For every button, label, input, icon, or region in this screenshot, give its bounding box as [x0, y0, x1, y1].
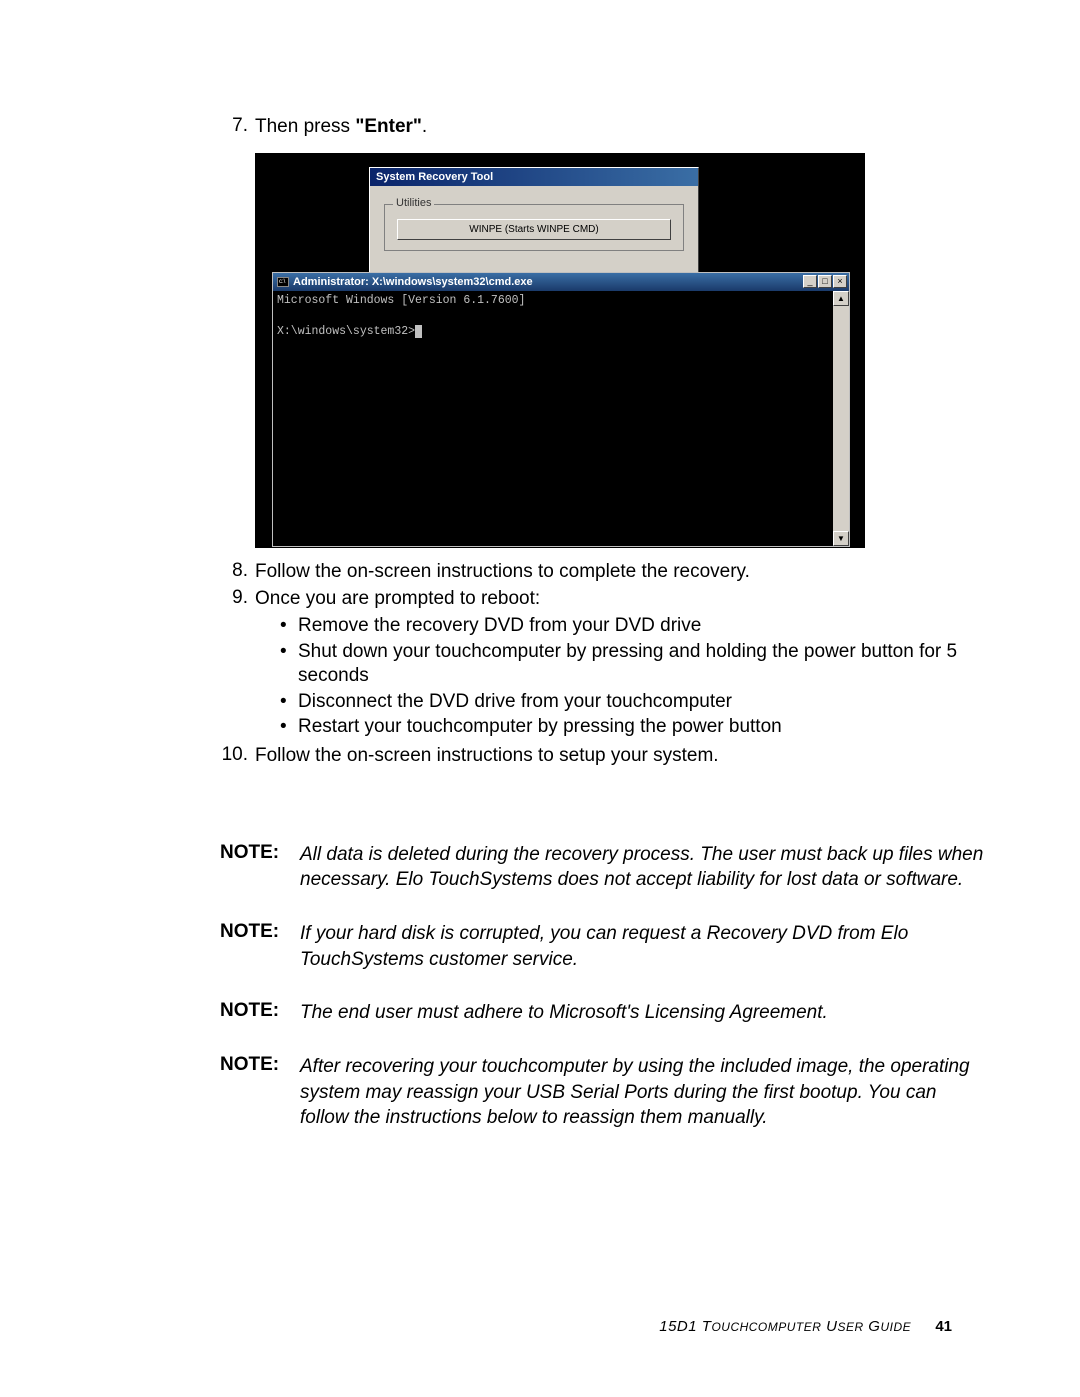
bullet-list: •Remove the recovery DVD from your DVD d…: [255, 614, 985, 739]
cmd-icon: c:\: [277, 277, 289, 287]
note-label: NOTE:: [220, 921, 300, 972]
note-label: NOTE:: [220, 1000, 300, 1026]
minimize-button[interactable]: _: [803, 275, 817, 288]
step-number: 7.: [220, 115, 255, 139]
screenshot-container: System Recovery Tool Utilities WINPE (St…: [255, 153, 865, 548]
note-body: If your hard disk is corrupted, you can …: [300, 921, 985, 972]
step-number: 9.: [220, 587, 255, 742]
instruction-list: 7. Then press "Enter".: [220, 115, 985, 139]
maximize-button[interactable]: □: [818, 275, 832, 288]
system-recovery-window: System Recovery Tool Utilities WINPE (St…: [369, 167, 699, 276]
step-text: Then press "Enter".: [255, 115, 985, 139]
close-button[interactable]: ×: [833, 275, 847, 288]
step-text: Follow the on-screen instructions to com…: [255, 560, 985, 584]
utilities-fieldset: Utilities WINPE (Starts WINPE CMD): [384, 204, 684, 251]
step-10: 10. Follow the on-screen instructions to…: [220, 744, 985, 768]
page-footer: 15D1 TOUCHCOMPUTER USER GUIDE 41: [659, 1318, 952, 1335]
note: NOTE: The end user must adhere to Micros…: [220, 1000, 985, 1026]
step-7: 7. Then press "Enter".: [220, 115, 985, 139]
winpe-button[interactable]: WINPE (Starts WINPE CMD): [397, 219, 671, 240]
step-text: Once you are prompted to reboot: •Remove…: [255, 587, 985, 742]
bullet: Shut down your touchcomputer by pressing…: [298, 640, 985, 688]
recovery-window-title: System Recovery Tool: [370, 168, 698, 186]
cmd-body: ▲ Microsoft Windows [Version 6.1.7600] X…: [273, 291, 849, 546]
note-label: NOTE:: [220, 842, 300, 893]
scroll-up-button[interactable]: ▲: [833, 291, 849, 306]
cmd-title: Administrator: X:\windows\system32\cmd.e…: [293, 276, 533, 288]
note-label: NOTE:: [220, 1054, 300, 1131]
instruction-list-cont: 8. Follow the on-screen instructions to …: [220, 560, 985, 768]
step-text: Follow the on-screen instructions to set…: [255, 744, 985, 768]
note-body: After recovering your touchcomputer by u…: [300, 1054, 985, 1131]
notes-section: NOTE: All data is deleted during the rec…: [220, 842, 985, 1131]
scroll-down-button[interactable]: ▼: [833, 531, 849, 546]
note: NOTE: All data is deleted during the rec…: [220, 842, 985, 893]
note-body: All data is deleted during the recovery …: [300, 842, 985, 893]
cmd-window: c:\ Administrator: X:\windows\system32\c…: [272, 272, 850, 547]
bullet: Disconnect the DVD drive from your touch…: [298, 690, 985, 714]
bullet: Restart your touchcomputer by pressing t…: [298, 715, 985, 739]
fieldset-label: Utilities: [393, 197, 434, 209]
cmd-titlebar: c:\ Administrator: X:\windows\system32\c…: [273, 273, 849, 291]
bullet: Remove the recovery DVD from your DVD dr…: [298, 614, 985, 638]
step-9: 9. Once you are prompted to reboot: •Rem…: [220, 587, 985, 742]
note: NOTE: If your hard disk is corrupted, yo…: [220, 921, 985, 972]
step-number: 8.: [220, 560, 255, 584]
step-8: 8. Follow the on-screen instructions to …: [220, 560, 985, 584]
page-number: 41: [935, 1318, 952, 1335]
note: NOTE: After recovering your touchcompute…: [220, 1054, 985, 1131]
note-body: The end user must adhere to Microsoft's …: [300, 1000, 985, 1026]
cmd-output: Microsoft Windows [Version 6.1.7600] X:\…: [273, 291, 833, 342]
step-number: 10.: [220, 744, 255, 768]
